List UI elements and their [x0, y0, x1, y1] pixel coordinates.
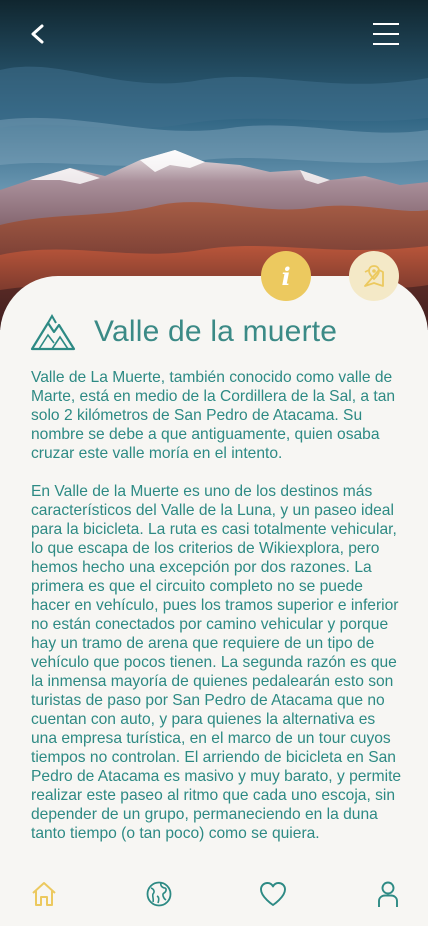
menu-button[interactable]	[366, 14, 406, 54]
nav-favorites[interactable]	[255, 876, 291, 912]
user-icon	[378, 881, 398, 907]
place-title: Valle de la muerte	[94, 315, 338, 348]
nav-explore[interactable]	[141, 876, 177, 912]
nav-profile[interactable]	[370, 876, 406, 912]
nav-home[interactable]	[26, 876, 62, 912]
mountain-icon	[30, 313, 76, 351]
map-button[interactable]	[349, 251, 399, 301]
bottom-navigation	[0, 862, 428, 926]
info-button[interactable]: i	[261, 251, 311, 301]
hamburger-menu-icon	[373, 23, 399, 45]
chevron-left-icon	[31, 24, 44, 44]
info-icon: i	[281, 261, 291, 291]
back-button[interactable]	[18, 14, 58, 54]
map-pin-icon	[364, 265, 384, 287]
globe-icon	[146, 881, 172, 907]
place-title-row: Valle de la muerte	[30, 310, 337, 354]
home-icon	[32, 882, 56, 906]
place-description: Valle de La Muerte, también conocido com…	[31, 368, 403, 862]
heart-icon	[260, 882, 287, 906]
description-paragraph: Valle de La Muerte, también conocido com…	[31, 369, 396, 462]
description-paragraph: En Valle de la Muerte es uno de los dest…	[31, 483, 402, 842]
